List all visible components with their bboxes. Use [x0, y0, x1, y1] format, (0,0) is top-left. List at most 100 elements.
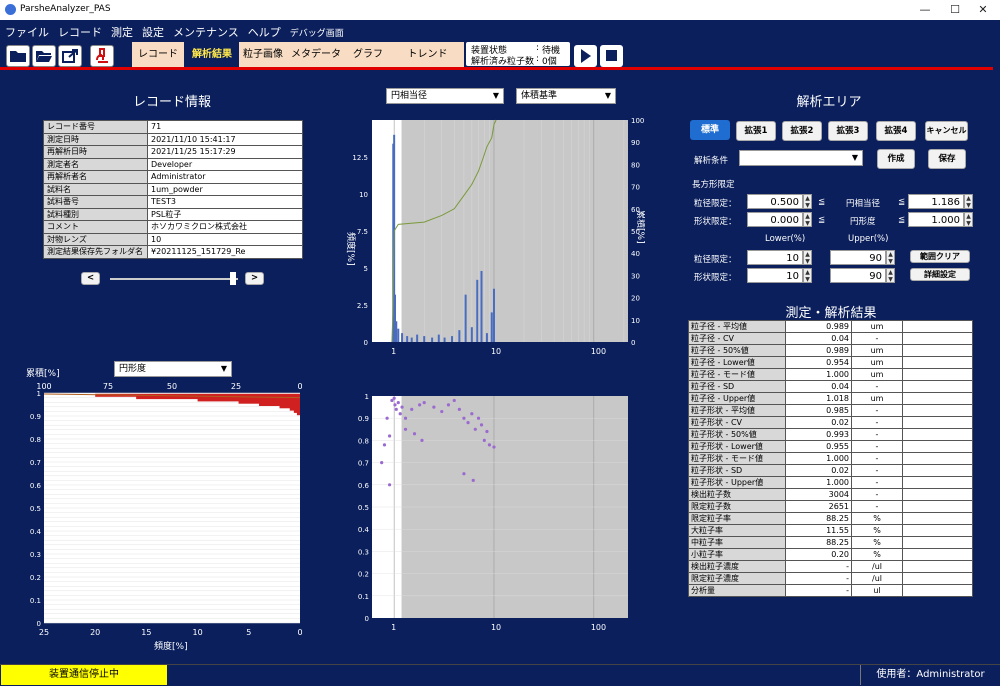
- record-row: 試料名 1um_powder: [43, 182, 303, 196]
- shape-upper-spinner[interactable]: ▲ ▼: [964, 212, 973, 227]
- start-button[interactable]: [574, 45, 597, 67]
- create-button[interactable]: 作成: [877, 149, 915, 169]
- new-folder-button[interactable]: [6, 45, 30, 67]
- shape-lower-spinner[interactable]: ▲ ▼: [803, 212, 812, 227]
- size-upper-input[interactable]: 1.186: [908, 194, 964, 209]
- menu-settings[interactable]: 設定: [137, 20, 168, 40]
- result-extra: [902, 512, 973, 525]
- histogram-x-select[interactable]: 円相当径 ▼: [386, 88, 504, 104]
- tab-metadata[interactable]: メタデータ: [287, 42, 345, 68]
- y-tick-label: 2.5: [357, 302, 368, 310]
- record-value: Developer: [147, 157, 303, 171]
- record-key: 試料種別: [43, 207, 148, 221]
- tab-particle-image[interactable]: 粒子画像: [239, 42, 287, 68]
- le-symbol: ≦: [818, 215, 826, 225]
- y-tick-label: 0.4: [30, 528, 42, 536]
- record-row: 試料番号 TEST3: [43, 195, 303, 209]
- size-upper-percent-spinner[interactable]: ▲ ▼: [886, 250, 895, 265]
- window-title: ParsheAnalyzer_PAS: [20, 4, 111, 14]
- scatter-point: [398, 412, 402, 416]
- menu-file[interactable]: ファイル: [0, 20, 53, 40]
- prev-record-button[interactable]: <: [81, 272, 100, 285]
- maximize-button[interactable]: ☐: [940, 1, 970, 19]
- histogram-basis-select[interactable]: 体積基準 ▼: [516, 88, 616, 104]
- result-key: 大粒子率: [688, 524, 786, 537]
- mode-cancel-button[interactable]: キャンセル: [925, 121, 968, 141]
- result-value: 0.04: [785, 332, 852, 345]
- mode-ext2-button[interactable]: 拡張2: [782, 121, 822, 141]
- result-value: 88.25: [785, 536, 852, 549]
- menu-debug[interactable]: デバッグ画面: [285, 22, 348, 39]
- size-upper-spinner[interactable]: ▲ ▼: [964, 194, 973, 209]
- result-unit: -: [851, 404, 903, 417]
- analysis-condition-select[interactable]: ▼: [739, 150, 863, 166]
- record-row: 測定者名 Developer: [43, 157, 303, 171]
- result-extra: [902, 464, 973, 477]
- scatter-point: [393, 403, 397, 407]
- menu-maintenance[interactable]: メンテナンス: [168, 20, 243, 40]
- shape-lower-percent-spinner[interactable]: ▲ ▼: [803, 268, 812, 283]
- size-lower-percent-input[interactable]: 10: [747, 250, 803, 265]
- histogram-bar: [437, 334, 440, 342]
- chevron-down-icon: ▼: [604, 91, 611, 100]
- record-value: 71: [147, 120, 303, 134]
- result-key: 粒子径 - 平均値: [688, 320, 786, 333]
- result-row: 分析量 - ul: [688, 584, 973, 597]
- title-bar: ParsheAnalyzer_PAS — ☐ ✕: [0, 0, 1000, 20]
- open-folder-button[interactable]: [32, 45, 56, 67]
- chevron-down-icon: ▼: [492, 91, 499, 100]
- scatter-point: [485, 429, 489, 434]
- y2-tick-label: 70: [631, 184, 640, 192]
- size-lower-spinner[interactable]: ▲ ▼: [803, 194, 812, 209]
- menu-record[interactable]: レコード: [53, 20, 106, 40]
- result-unit: ul: [851, 584, 903, 597]
- detail-settings-button[interactable]: 詳細設定: [910, 268, 970, 281]
- shape-upper-percent-spinner[interactable]: ▲ ▼: [886, 268, 895, 283]
- size-lower-input[interactable]: 0.500: [747, 194, 803, 209]
- record-row: コメント ホソカワミクロン株式会社: [43, 220, 303, 234]
- tab-record[interactable]: レコード: [132, 42, 184, 68]
- record-key: 再解析者名: [43, 170, 148, 184]
- result-unit: %: [851, 536, 903, 549]
- mode-ext4-button[interactable]: 拡張4: [876, 121, 916, 141]
- mode-ext1-button[interactable]: 拡張1: [736, 121, 776, 141]
- y-tick-label: 0.3: [358, 548, 369, 556]
- circularity-label: 円形度: [850, 217, 876, 227]
- tab-analysis[interactable]: 解析結果: [186, 42, 238, 68]
- scatter-point: [479, 423, 484, 427]
- histogram-x-value: 円相当径: [391, 91, 428, 101]
- microscope-button[interactable]: [90, 45, 114, 67]
- menu-bar: ファイル レコード 測定 設定 メンテナンス ヘルプ デバッグ画面: [0, 20, 1000, 40]
- result-extra: [902, 332, 973, 345]
- mode-ext3-button[interactable]: 拡張3: [828, 121, 868, 141]
- shape-lower-percent-input[interactable]: 10: [747, 268, 803, 283]
- next-record-button[interactable]: >: [245, 272, 264, 285]
- result-unit: -: [851, 428, 903, 441]
- mode-standard-button[interactable]: 標準: [690, 120, 730, 140]
- result-unit: -: [851, 500, 903, 513]
- record-slider-track: [110, 278, 238, 280]
- shape-upper-input[interactable]: 1.000: [908, 212, 964, 227]
- shape-lower-input[interactable]: 0.000: [747, 212, 803, 227]
- export-button[interactable]: [58, 45, 82, 67]
- close-button[interactable]: ✕: [968, 1, 998, 19]
- result-extra: [902, 476, 973, 489]
- record-slider-thumb[interactable]: [230, 272, 236, 285]
- menu-help[interactable]: ヘルプ: [243, 20, 285, 40]
- menu-measure[interactable]: 測定: [106, 20, 137, 40]
- shape-upper-percent-input[interactable]: 90: [830, 268, 886, 283]
- size-upper-percent-input[interactable]: 90: [830, 250, 886, 265]
- result-unit: um: [851, 344, 903, 357]
- record-row: 測定日時 2021/11/10 15:41:17: [43, 132, 303, 146]
- tab-trend[interactable]: トレンド: [391, 42, 464, 68]
- clear-range-button[interactable]: 範囲クリア: [910, 250, 970, 263]
- stop-button[interactable]: [600, 45, 623, 67]
- app-icon: [5, 4, 16, 15]
- scatter-point: [412, 432, 417, 436]
- tab-graph[interactable]: グラフ: [345, 42, 391, 68]
- result-row: 粒子径 - CV 0.04-: [688, 332, 973, 345]
- minimize-button[interactable]: —: [910, 1, 940, 19]
- save-button[interactable]: 保存: [928, 149, 966, 169]
- size-lower-percent-spinner[interactable]: ▲ ▼: [803, 250, 812, 265]
- y-tick-label: 0.1: [30, 597, 41, 605]
